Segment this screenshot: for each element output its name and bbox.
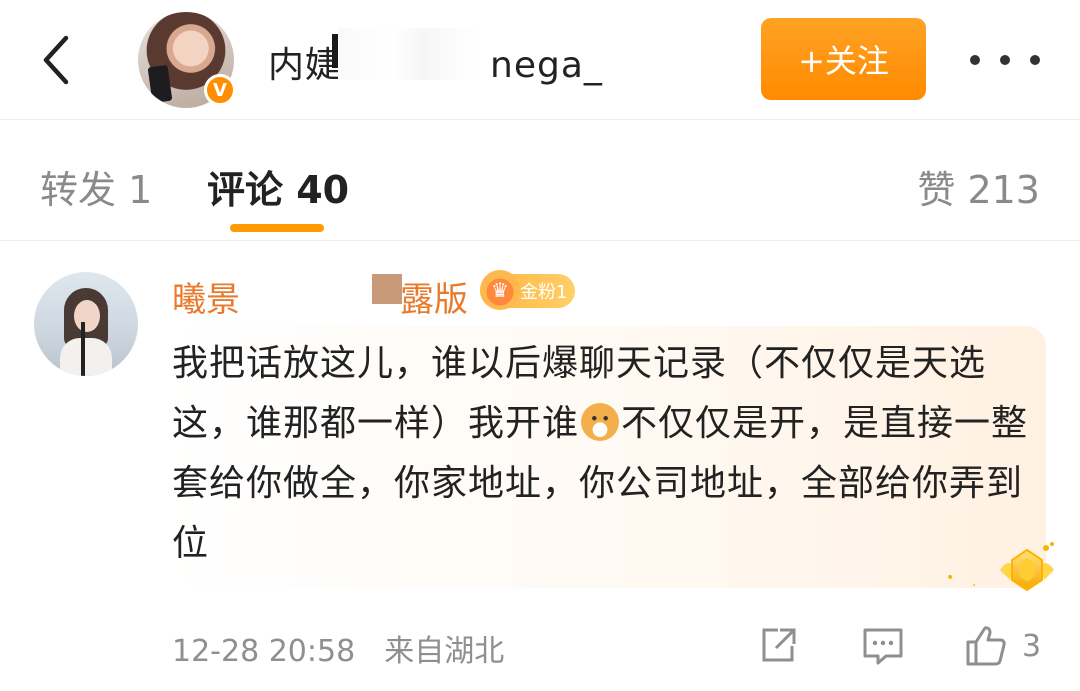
tab-repost[interactable]: 转发 1 xyxy=(40,159,152,214)
more-horizontal-icon xyxy=(970,55,980,65)
share-button[interactable] xyxy=(758,622,798,670)
sparkle-icon: • xyxy=(946,570,955,586)
doge-emoji-icon xyxy=(581,403,620,441)
weibo-comment-page: V 内婕 nega_ +关注 转发 1 评论 40 赞 213 曦景 露版 ♛ 金粉… xyxy=(0,0,1080,691)
name-redaction xyxy=(238,268,372,312)
fan-level-badge[interactable]: ♛ 金粉1 xyxy=(480,270,576,310)
reply-button[interactable] xyxy=(862,622,904,670)
top-header: V 内婕 nega_ +关注 xyxy=(0,0,1080,120)
like-button[interactable]: 3 xyxy=(964,622,1041,670)
author-name-end: nega_ xyxy=(490,45,603,86)
tab-likes[interactable]: 赞 213 xyxy=(917,159,1040,214)
tab-bar: 转发 1 评论 40 赞 213 xyxy=(0,121,1080,241)
author-avatar[interactable]: V xyxy=(138,12,236,108)
sparkle-icon: · xyxy=(972,578,977,594)
back-button[interactable] xyxy=(30,28,80,92)
author-name-start: 内婕 xyxy=(268,45,343,86)
commenter-avatar[interactable] xyxy=(34,272,138,376)
like-count: 3 xyxy=(1022,628,1042,664)
comment-text[interactable]: 我把话放这儿，谁以后爆聊天记录（不仅仅是天选这，谁那都一样）我开谁 不仅仅是开，是… xyxy=(172,334,1032,574)
more-button[interactable] xyxy=(970,38,1040,82)
thumbs-up-icon xyxy=(966,626,1006,666)
commenter-name-start: 曦景 xyxy=(172,280,240,320)
tab-comments[interactable]: 评论 40 xyxy=(207,159,349,214)
comment-meta: 12-28 20:58 来自湖北 xyxy=(172,626,504,670)
comment-location: 来自湖北 xyxy=(384,634,505,669)
crown-icon: ♛ xyxy=(480,270,520,310)
comment-timestamp: 12-28 20:58 xyxy=(172,634,356,669)
name-redaction-blur xyxy=(338,28,478,80)
fan-badge-label: 金粉1 xyxy=(520,282,568,303)
name-redaction-block xyxy=(372,274,402,304)
medal-icon xyxy=(996,540,1058,598)
commenter-name-end: 露版 xyxy=(400,280,468,320)
active-tab-indicator xyxy=(230,224,324,232)
chevron-left-icon xyxy=(43,35,69,85)
follow-button[interactable]: +关注 xyxy=(761,18,926,100)
share-icon xyxy=(762,628,796,662)
comment-icon xyxy=(863,628,903,665)
verified-badge-icon: V xyxy=(204,74,236,106)
